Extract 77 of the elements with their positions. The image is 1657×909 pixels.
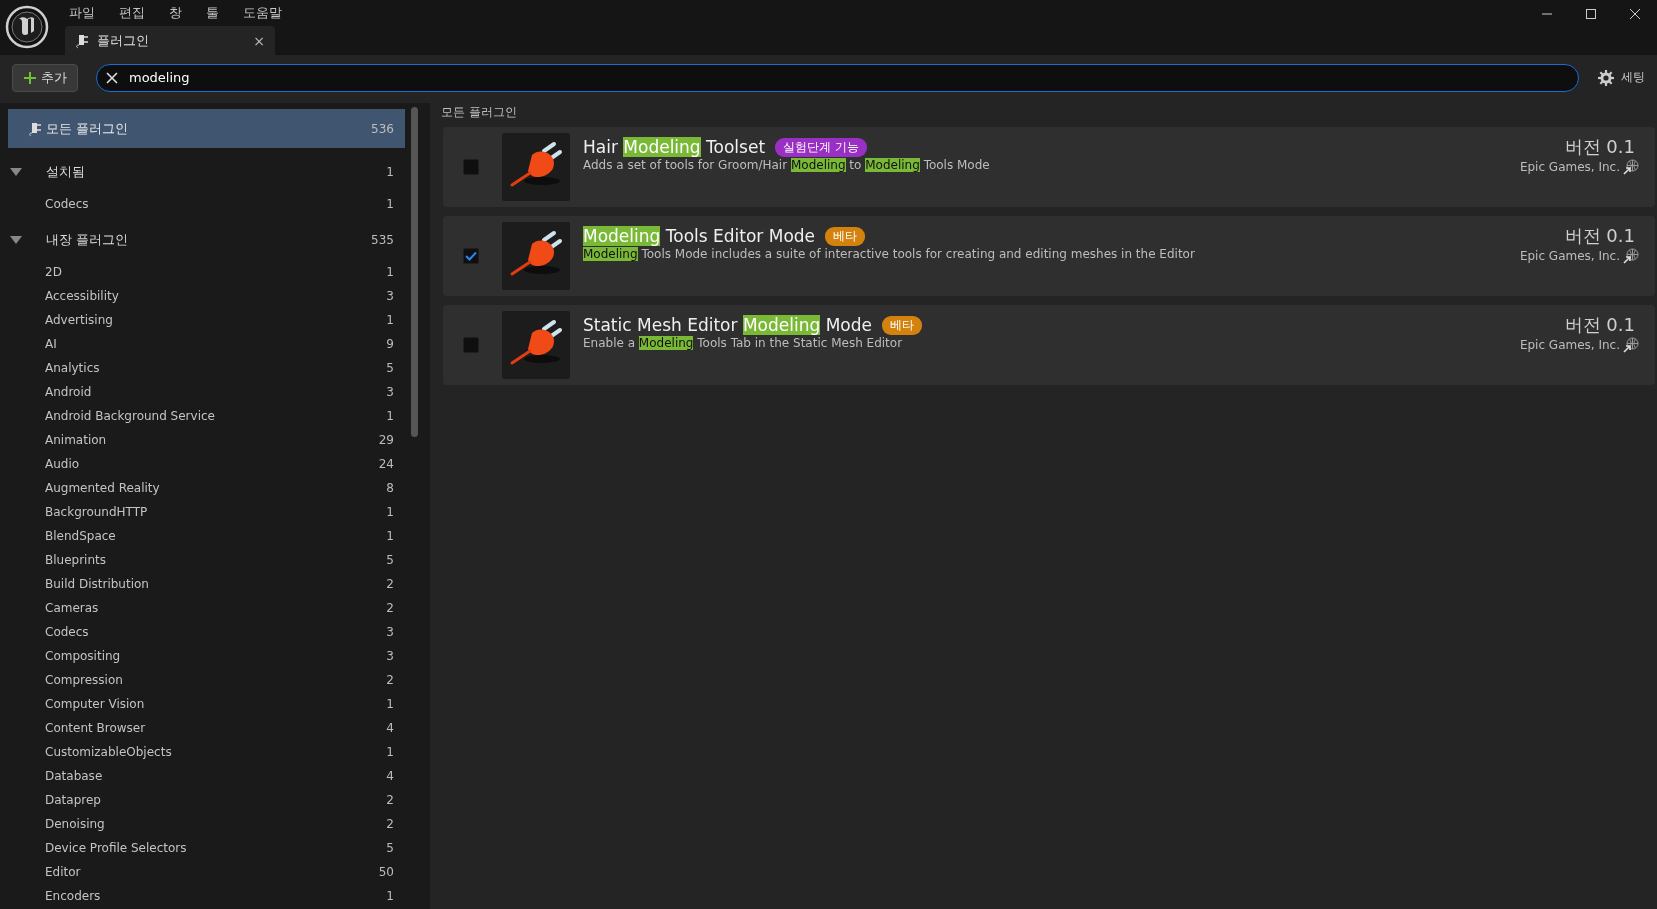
plugin-card[interactable]: Hair Modeling Toolset 실험단계 기능 Adds a set of tools for Groom/Hair Modeling to Modeling Tools Mode 버전 0.1 Epic Games, Inc. bbox=[443, 127, 1655, 207]
menu-item[interactable]: 편집 bbox=[107, 4, 157, 22]
plugin-description: Adds a set of tools for Groom/Hair Modeling to Modeling Tools Mode bbox=[583, 158, 991, 172]
category-item[interactable]: Content Browser 4 bbox=[0, 716, 430, 740]
category-item[interactable]: Computer Vision 1 bbox=[0, 692, 430, 716]
category-item[interactable]: 2D 1 bbox=[0, 260, 430, 284]
plugin-status-tag: 실험단계 기능 bbox=[775, 137, 867, 157]
category-item[interactable]: Editor 50 bbox=[0, 860, 430, 884]
scrollbar-thumb[interactable] bbox=[411, 107, 418, 437]
globe-link-icon[interactable] bbox=[1623, 337, 1639, 353]
plugin-publisher: Epic Games, Inc. bbox=[1519, 160, 1620, 174]
plug-icon bbox=[28, 120, 42, 137]
settings-button[interactable]: 세팅 bbox=[1597, 68, 1645, 87]
category-item[interactable]: BlendSpace 1 bbox=[0, 524, 430, 548]
category-item[interactable]: Codecs 3 bbox=[0, 620, 430, 644]
category-item[interactable]: Advertising 1 bbox=[0, 308, 430, 332]
plus-icon bbox=[23, 70, 37, 85]
category-item[interactable]: Accessibility 3 bbox=[0, 284, 430, 308]
category-item[interactable]: Analytics 5 bbox=[0, 356, 430, 380]
menu-item[interactable]: 창 bbox=[157, 4, 194, 22]
enable-checkbox[interactable] bbox=[463, 337, 479, 353]
plugin-title: Hair Modeling Toolset bbox=[583, 137, 766, 157]
clear-search-icon[interactable] bbox=[106, 71, 118, 84]
category-item[interactable]: Android Background Service 1 bbox=[0, 404, 430, 428]
category-item[interactable]: Compositing 3 bbox=[0, 644, 430, 668]
menu-item[interactable]: 도움말 bbox=[231, 4, 294, 22]
plugin-description: Modeling Tools Mode includes a suite of interactive tools for creating and editing meshes in the Editor bbox=[583, 247, 1196, 261]
search-field[interactable]: modeling bbox=[96, 63, 1579, 92]
plugin-status-tag: 베타 bbox=[825, 226, 866, 246]
category-item[interactable]: Audio 24 bbox=[0, 452, 430, 476]
category-item[interactable]: Blueprints 5 bbox=[0, 548, 430, 572]
all-plugins-item[interactable]: 모든 플러그인 536 bbox=[8, 109, 405, 148]
add-button[interactable]: 추가 bbox=[12, 63, 78, 92]
category-item[interactable]: Codecs 1 bbox=[0, 192, 430, 216]
globe-link-icon[interactable] bbox=[1623, 248, 1639, 264]
plugin-title: Modeling Tools Editor Mode bbox=[583, 226, 816, 246]
plug-icon bbox=[75, 32, 89, 49]
category-item[interactable]: Augmented Reality 8 bbox=[0, 476, 430, 500]
plugin-description: Enable a Modeling Tools Tab in the Static Mesh Editor bbox=[583, 336, 904, 350]
category-item[interactable]: Compression 2 bbox=[0, 668, 430, 692]
category-header[interactable]: 설치됨 1 bbox=[0, 156, 430, 188]
category-item[interactable]: Denoising 2 bbox=[0, 812, 430, 836]
category-item[interactable]: AI 9 bbox=[0, 332, 430, 356]
category-header[interactable]: 내장 플러그인 535 bbox=[0, 224, 430, 256]
globe-link-icon[interactable] bbox=[1623, 159, 1639, 175]
plugin-publisher: Epic Games, Inc. bbox=[1519, 338, 1620, 352]
plugins-tab[interactable]: 플러그인 × bbox=[65, 26, 275, 55]
category-item[interactable]: Animation 29 bbox=[0, 428, 430, 452]
logo-icon[interactable] bbox=[5, 5, 49, 49]
plugin-version: 버전 0.1 bbox=[1564, 224, 1635, 248]
plugin-card[interactable]: Static Mesh Editor Modeling Mode 베타 Enable a Modeling Tools Tab in the Static Mesh Editor 버전 0.1 Epic Games, Inc. bbox=[443, 305, 1655, 385]
enable-checkbox[interactable] bbox=[463, 248, 479, 264]
plugin-title: Static Mesh Editor Modeling Mode bbox=[583, 315, 872, 335]
category-item[interactable]: Encoders 1 bbox=[0, 884, 430, 908]
settings-icon bbox=[1597, 68, 1615, 87]
close-icon bbox=[1629, 8, 1641, 20]
plugin-version: 버전 0.1 bbox=[1564, 135, 1635, 159]
expand-triangle-icon[interactable] bbox=[10, 236, 22, 244]
close-tab-button[interactable]: × bbox=[253, 32, 265, 49]
maximize-icon bbox=[1585, 8, 1597, 20]
plugin-version: 버전 0.1 bbox=[1564, 313, 1635, 337]
category-item[interactable]: Device Profile Selectors 5 bbox=[0, 836, 430, 860]
category-item[interactable]: Database 4 bbox=[0, 764, 430, 788]
enable-checkbox[interactable] bbox=[463, 159, 479, 175]
category-item[interactable]: CustomizableObjects 1 bbox=[0, 740, 430, 764]
category-item[interactable]: Cameras 2 bbox=[0, 596, 430, 620]
menu-item[interactable]: 툴 bbox=[194, 4, 231, 22]
category-item[interactable]: Android 3 bbox=[0, 380, 430, 404]
plugin-status-tag: 베타 bbox=[881, 315, 922, 335]
category-item[interactable]: Dataprep 2 bbox=[0, 788, 430, 812]
plugin-publisher: Epic Games, Inc. bbox=[1519, 249, 1620, 263]
category-item[interactable]: BackgroundHTTP 1 bbox=[0, 500, 430, 524]
expand-triangle-icon[interactable] bbox=[10, 168, 22, 176]
section-label: 모든 플러그인 bbox=[441, 103, 518, 121]
menu-item[interactable]: 파일 bbox=[57, 4, 107, 22]
category-item[interactable]: Build Distribution 2 bbox=[0, 572, 430, 596]
plugin-card[interactable]: Modeling Tools Editor Mode 베타 Modeling Tools Mode includes a suite of interactive tools for creating and editing meshes in the Editor 버전 0.1 Epic Games, Inc. bbox=[443, 216, 1655, 296]
